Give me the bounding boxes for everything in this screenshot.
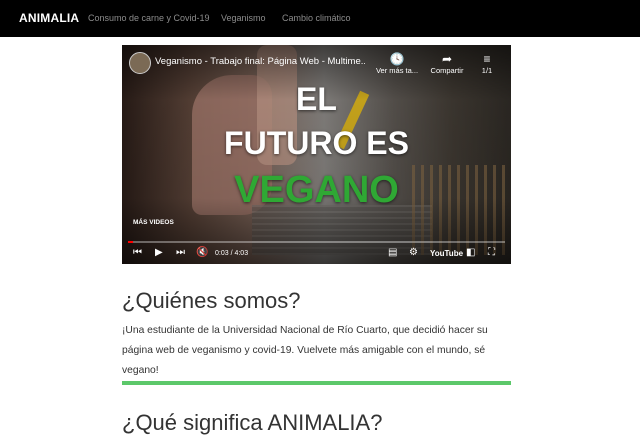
- more-videos-button[interactable]: MÁS VIDEOS: [133, 219, 174, 226]
- gear-icon[interactable]: ⚙: [409, 247, 418, 258]
- playlist-icon: ≡: [483, 52, 491, 66]
- nav-link-veganismo[interactable]: Veganismo: [221, 13, 266, 23]
- cast-icon[interactable]: ◧: [466, 247, 475, 258]
- brand-logo[interactable]: ANIMALIA: [19, 11, 79, 25]
- play-icon[interactable]: ▶: [155, 247, 163, 258]
- watch-later-button[interactable]: 🕓 Ver más ta...: [375, 52, 419, 75]
- about-paragraph: ¡Una estudiante de la Universidad Nacion…: [122, 325, 488, 376]
- subtitles-icon[interactable]: ▤: [388, 247, 397, 258]
- channel-avatar[interactable]: [129, 52, 151, 74]
- progress-bar[interactable]: [128, 241, 505, 243]
- skip-back-icon[interactable]: ⏮: [133, 247, 142, 258]
- progress-played: [128, 241, 133, 243]
- clock-icon: 🕓: [389, 52, 405, 66]
- meaning-heading: ¿Qué significa ANIMALIA?: [122, 410, 383, 435]
- overlay-line-3: VEGANO: [234, 169, 399, 211]
- mute-icon[interactable]: 🔇: [196, 247, 208, 258]
- overlay-line-1: EL: [296, 81, 337, 117]
- time-display: 0:03 / 4:03: [215, 250, 249, 257]
- section-divider: [122, 381, 511, 385]
- overlay-line-2: FUTURO ES: [224, 125, 409, 161]
- playlist-button[interactable]: ≡ 1/1: [477, 52, 497, 75]
- share-icon: ➦: [441, 52, 453, 66]
- video-title[interactable]: Veganismo - Trabajo final: Página Web - …: [155, 56, 365, 67]
- youtube-logo[interactable]: YouTube: [430, 249, 463, 258]
- playlist-count: 1/1: [481, 66, 493, 75]
- share-button[interactable]: ➦ Compartir: [427, 52, 467, 75]
- navbar: ANIMALIA Consumo de carne y Covid-19 Veg…: [0, 0, 640, 37]
- fullscreen-icon[interactable]: ⛶: [488, 247, 495, 258]
- nav-link-consumo[interactable]: Consumo de carne y Covid-19: [88, 13, 210, 23]
- video-player[interactable]: Veganismo - Trabajo final: Página Web - …: [122, 45, 511, 264]
- nav-link-cambio-climatico[interactable]: Cambio climático: [282, 13, 351, 23]
- share-label: Compartir: [430, 66, 464, 75]
- watch-later-label: Ver más ta...: [375, 66, 419, 75]
- skip-forward-icon[interactable]: ⏭: [176, 247, 185, 258]
- about-heading: ¿Quiénes somos?: [122, 288, 301, 313]
